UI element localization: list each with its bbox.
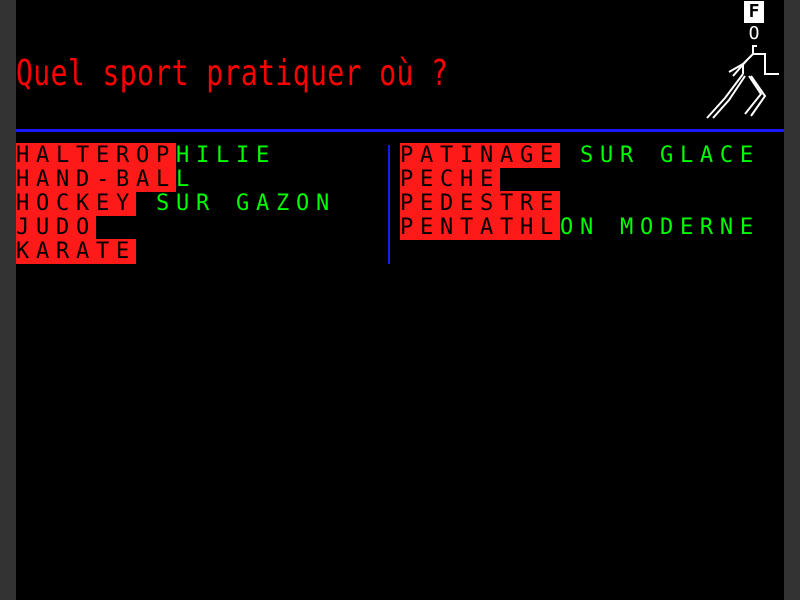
- sports-list-left: HALTEROPHILIE HAND-BALL HOCKEY SUR GAZON…: [16, 143, 336, 264]
- sport-highlight: JUDO: [16, 215, 96, 240]
- page-title: Quel sport pratiquer où ?: [16, 53, 449, 94]
- sport-remainder: HILIE: [175, 143, 276, 168]
- sport-highlight: PENTATHL: [400, 215, 560, 240]
- list-item[interactable]: HOCKEY SUR GAZON: [16, 191, 336, 216]
- sport-highlight: HAND-BAL: [16, 167, 176, 192]
- list-item[interactable]: PATINAGE SUR GLACE: [400, 143, 760, 168]
- sport-remainder: L: [175, 167, 196, 192]
- list-item[interactable]: KARATE: [16, 239, 336, 264]
- list-item[interactable]: HAND-BALL: [16, 167, 336, 192]
- sport-remainder: SUR GLACE: [559, 143, 760, 168]
- sport-highlight: HALTEROP: [16, 143, 176, 168]
- sport-highlight: PECHE: [400, 167, 500, 192]
- sport-highlight: PEDESTRE: [400, 191, 560, 216]
- sport-highlight: HOCKEY: [16, 191, 136, 216]
- list-item[interactable]: JUDO: [16, 215, 336, 240]
- service-logo-letter: F: [744, 1, 764, 23]
- sports-list-right: PATINAGE SUR GLACE PECHE PEDESTRE PENTAT…: [400, 143, 760, 240]
- list-item[interactable]: PECHE: [400, 167, 760, 192]
- list-item[interactable]: PEDESTRE: [400, 191, 760, 216]
- list-item[interactable]: HALTEROPHILIE: [16, 143, 336, 168]
- list-item[interactable]: PENTATHLON MODERNE: [400, 215, 760, 240]
- header-divider: [16, 129, 784, 132]
- sport-remainder: ON MODERNE: [559, 215, 760, 240]
- sport-highlight: PATINAGE: [400, 143, 560, 168]
- teletext-screen: Quel sport pratiquer où ? F O HALTEROPHI…: [16, 0, 784, 600]
- sport-remainder: SUR GAZON: [135, 191, 336, 216]
- sport-highlight: KARATE: [16, 239, 136, 264]
- runner-icon: [706, 45, 779, 119]
- column-divider: [388, 145, 390, 264]
